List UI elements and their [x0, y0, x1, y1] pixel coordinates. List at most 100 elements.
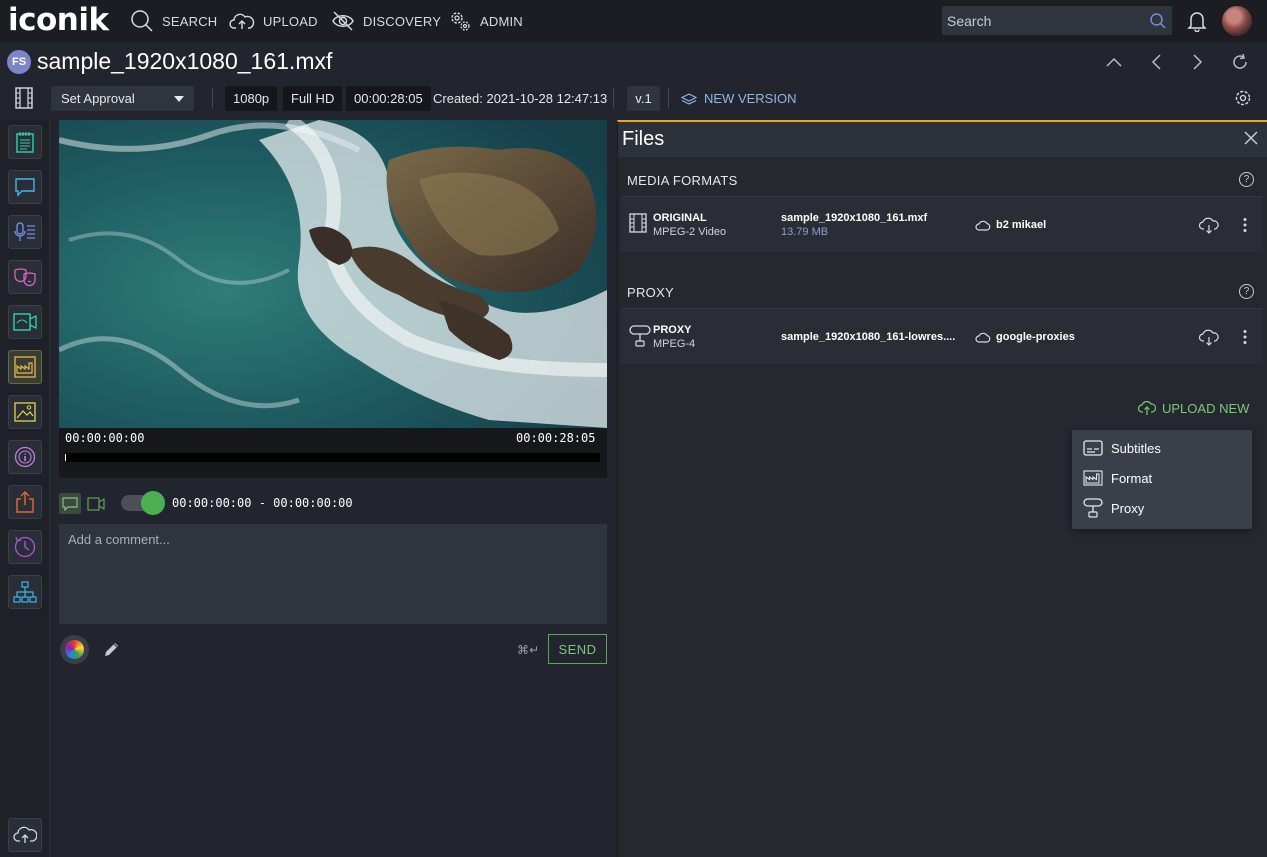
- comment-bubble-icon: [14, 177, 36, 197]
- notepad-icon: [15, 131, 35, 153]
- chevron-right-icon[interactable]: [1188, 52, 1208, 72]
- global-search-input[interactable]: [947, 12, 1149, 29]
- iconik-logo[interactable]: iconik: [8, 2, 109, 38]
- menu-item-proxy[interactable]: Proxy: [1072, 493, 1252, 523]
- menu-item-subtitles[interactable]: Subtitles: [1072, 433, 1252, 463]
- factory-icon: [14, 356, 36, 378]
- sidebar-segments[interactable]: [8, 305, 42, 339]
- approval-select[interactable]: Set Approval: [51, 86, 194, 111]
- files-panel-title: Files: [622, 128, 665, 150]
- video-frame[interactable]: [59, 120, 607, 428]
- sidebar-metadata[interactable]: [8, 125, 42, 159]
- tool-sidebar: [0, 120, 50, 857]
- more-vertical-icon[interactable]: [1243, 329, 1247, 345]
- more-vertical-icon[interactable]: [1243, 217, 1247, 233]
- file-codec: MPEG-2 Video: [653, 226, 727, 238]
- nav-search[interactable]: SEARCH: [130, 0, 217, 42]
- upload-new-menu: Subtitles Format Proxy: [1072, 430, 1252, 529]
- storage-label: google-proxies: [975, 331, 1075, 343]
- nav-discovery[interactable]: DISCOVERY: [331, 0, 441, 42]
- chevron-up-icon[interactable]: [1104, 52, 1124, 72]
- cloud-icon: [975, 220, 991, 231]
- subtitles-icon: [1083, 440, 1103, 456]
- menu-item-label: Subtitles: [1111, 440, 1161, 456]
- send-button[interactable]: SEND: [548, 634, 607, 664]
- sidebar-share[interactable]: [8, 485, 42, 519]
- pencil-icon[interactable]: [103, 640, 121, 658]
- created-date: Created: 2021-10-28 12:47:13: [433, 91, 608, 106]
- toolbar-divider: [668, 88, 669, 108]
- timecode-start: 00:00:00:00: [65, 431, 145, 445]
- nav-search-label: SEARCH: [162, 13, 218, 29]
- send-shortcut-hint: ⌘↵: [517, 643, 540, 657]
- file-row-original: ORIGINAL MPEG-2 Video sample_1920x1080_1…: [621, 196, 1263, 252]
- storage-label: b2 mikael: [975, 219, 1046, 231]
- color-wheel-icon: [65, 640, 84, 659]
- upload-new-label: UPLOAD NEW: [1162, 400, 1250, 416]
- sidebar-history[interactable]: [8, 530, 42, 564]
- refresh-icon[interactable]: [1230, 52, 1250, 72]
- cloud-icon: [975, 332, 991, 343]
- gear-icon[interactable]: [1234, 89, 1252, 107]
- film-strip-icon: [629, 213, 647, 233]
- new-version-button[interactable]: NEW VERSION: [681, 86, 796, 111]
- cloud-download-icon[interactable]: [1199, 217, 1219, 234]
- upload-new-button[interactable]: UPLOAD NEW: [1138, 400, 1249, 416]
- sidebar-upload[interactable]: [8, 818, 42, 852]
- stack-plus-icon: [681, 92, 697, 106]
- caret-down-icon: [174, 95, 184, 102]
- timecode-end: 00:00:28:05: [516, 431, 596, 445]
- file-name[interactable]: sample_1920x1080_161-lowres....: [781, 331, 955, 343]
- menu-item-format[interactable]: Format: [1072, 463, 1252, 493]
- file-name[interactable]: sample_1920x1080_161.mxf: [781, 212, 927, 224]
- quality-chip: Full HD: [283, 86, 343, 111]
- magnifier-icon: [130, 9, 154, 33]
- nav-discovery-label: DISCOVERY: [363, 13, 442, 29]
- nav-admin-label: ADMIN: [480, 13, 523, 29]
- asset-title: sample_1920x1080_161.mxf: [37, 48, 333, 74]
- nav-upload-label: UPLOAD: [263, 13, 318, 29]
- help-icon[interactable]: ?: [1239, 284, 1254, 299]
- search-icon[interactable]: [1149, 12, 1167, 30]
- file-kind: ORIGINAL: [653, 212, 707, 224]
- comment-mode-button[interactable]: [59, 493, 81, 514]
- nav-upload[interactable]: UPLOAD: [229, 0, 318, 42]
- sidebar-transcription[interactable]: [8, 215, 42, 249]
- video-frame-icon: [87, 496, 105, 511]
- sidebar-files[interactable]: [8, 350, 42, 384]
- bell-icon[interactable]: [1187, 10, 1207, 32]
- sidebar-faces[interactable]: [8, 260, 42, 294]
- sidebar-relations[interactable]: [8, 575, 42, 609]
- close-icon[interactable]: [1244, 131, 1258, 145]
- color-picker-button[interactable]: [60, 635, 89, 664]
- film-strip-icon: [14, 87, 34, 109]
- chevron-left-icon[interactable]: [1146, 52, 1166, 72]
- info-circle-icon: [14, 446, 36, 468]
- media-formats-heading: MEDIA FORMATS: [627, 173, 738, 188]
- history-clock-icon: [14, 536, 36, 558]
- timeline-scrubber[interactable]: [65, 453, 600, 462]
- cloud-upload-icon: [13, 825, 37, 845]
- comment-bubble-icon: [62, 496, 78, 511]
- proxy-heading: PROXY: [627, 285, 675, 300]
- nav-admin[interactable]: ADMIN: [448, 0, 523, 42]
- help-icon[interactable]: ?: [1239, 172, 1254, 187]
- top-nav: iconik SEARCH UPLOAD DISCOVERY ADMIN: [0, 0, 1267, 42]
- owner-initials-badge: FS: [7, 50, 31, 74]
- comment-input[interactable]: [59, 524, 607, 624]
- version-chip[interactable]: v.1: [627, 86, 660, 111]
- range-toggle[interactable]: [121, 491, 165, 515]
- image-icon: [14, 402, 36, 422]
- playhead[interactable]: [65, 454, 66, 461]
- resolution-chip: 1080p: [225, 86, 278, 111]
- sidebar-images[interactable]: [8, 395, 42, 429]
- cloud-download-icon[interactable]: [1199, 329, 1219, 346]
- file-kind: PROXY: [653, 324, 692, 336]
- proxy-icon: [629, 325, 651, 347]
- user-avatar[interactable]: [1222, 6, 1252, 36]
- proxy-icon: [1083, 498, 1103, 518]
- sidebar-comments[interactable]: [8, 170, 42, 204]
- sidebar-info[interactable]: [8, 440, 42, 474]
- segment-mode-button[interactable]: [85, 493, 107, 514]
- factory-icon: [1083, 470, 1103, 486]
